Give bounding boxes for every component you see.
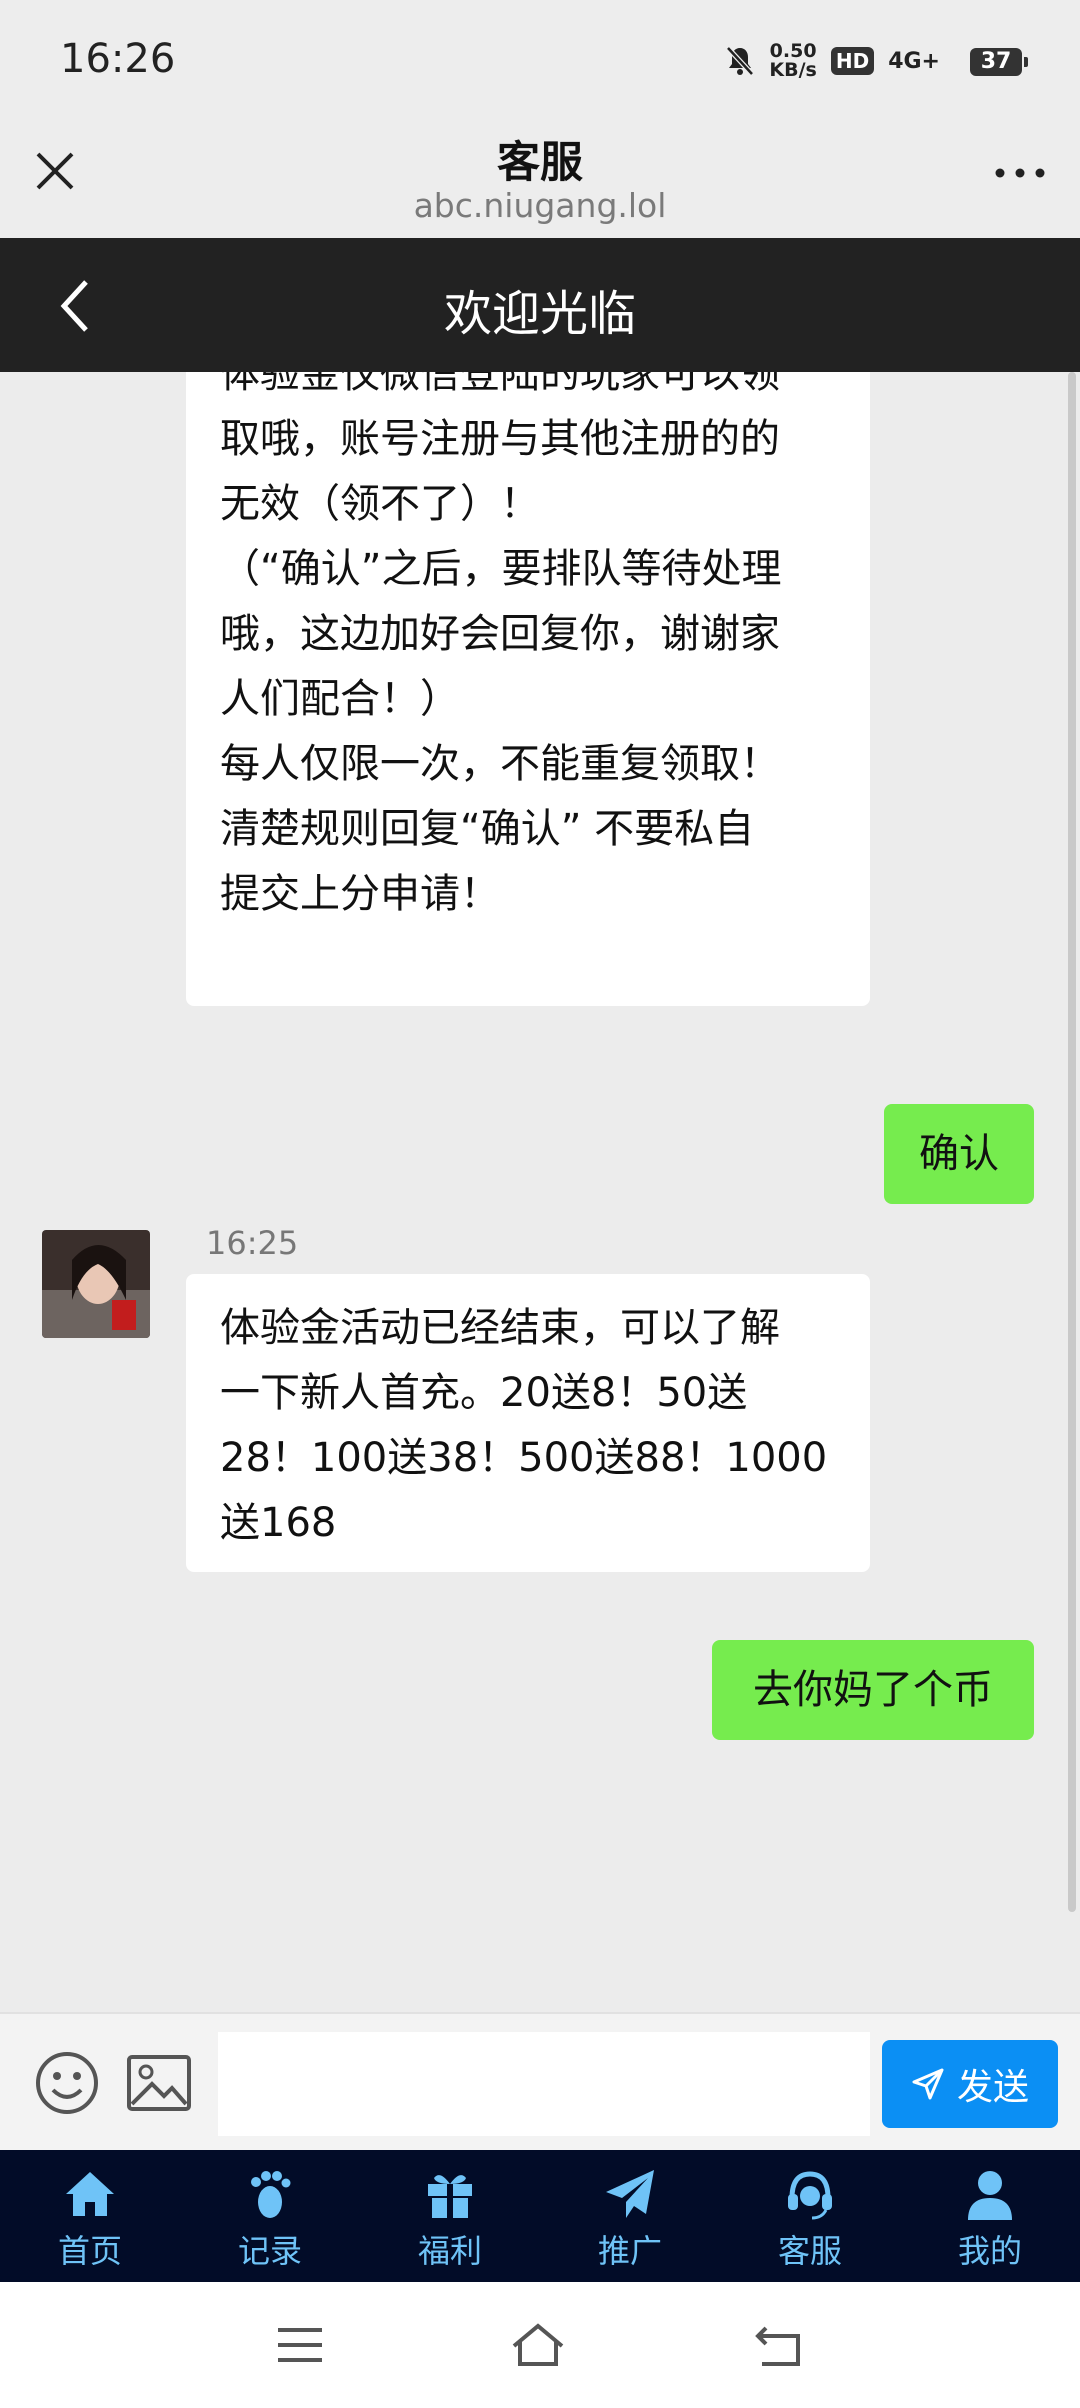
agent-avatar: [42, 1230, 150, 1338]
status-bar: 16:26 0.50 KB/s HD 4G+ 37: [0, 0, 1080, 118]
nav-item-home[interactable]: 首页: [0, 2150, 180, 2282]
network-speed-unit: KB/s: [769, 59, 817, 81]
message-line: 每人仅限一次，不能重复领取！: [220, 741, 780, 787]
signal-4g-icon: 4G+: [888, 48, 940, 74]
gift-icon: [428, 2175, 472, 2218]
mute-bell-icon: [726, 46, 755, 76]
nav-label: 我的: [957, 2232, 1022, 2270]
message-line: 28！100送38！500送88！1000: [220, 1435, 828, 1481]
status-time: 16:26: [60, 36, 176, 82]
message-input[interactable]: [218, 2032, 870, 2136]
page-title: 欢迎光临: [443, 286, 636, 342]
message-line: 提交上分申请！: [220, 871, 500, 917]
message-line: 人们配合！）: [220, 676, 460, 722]
hd-badge: HD: [830, 47, 875, 75]
chat-scrollbar[interactable]: [1068, 372, 1076, 1912]
nav-item-mine[interactable]: 我的: [900, 2150, 1080, 2282]
message-line: （“确认”之后，要排队等待处理: [220, 546, 782, 592]
emoji-icon[interactable]: [34, 2050, 100, 2116]
back-button-icon[interactable]: [752, 2320, 808, 2370]
system-navigation-bar: [0, 2282, 1080, 2408]
battery-icon: 37: [970, 48, 1028, 76]
bottom-navigation: 首页 记录 福利 推广 客服 我的: [0, 2150, 1080, 2282]
browser-header: 客服 abc.niugang.lol: [0, 118, 1080, 238]
headset-icon: [788, 2171, 832, 2220]
nav-item-records[interactable]: 记录: [180, 2150, 360, 2282]
message-input-bar: 发送: [0, 2012, 1080, 2152]
home-icon: [66, 2172, 114, 2216]
network-speed: 0.50 KB/s: [769, 42, 816, 80]
send-button[interactable]: 发送: [882, 2040, 1058, 2128]
nav-label: 记录: [237, 2232, 302, 2270]
image-icon[interactable]: [126, 2054, 192, 2112]
more-options-icon[interactable]: [990, 158, 1050, 188]
send-label: 发送: [956, 2067, 1029, 2108]
home-button-icon[interactable]: [510, 2320, 566, 2370]
nav-label: 福利: [417, 2232, 482, 2270]
nav-label: 客服: [777, 2232, 842, 2270]
agent-message-bubble: 体验金仅微信登陆的玩家可以领 取哦，账号注册与其他注册的的 无效（领不了）！ （…: [186, 372, 870, 1006]
browser-title: 客服: [497, 138, 583, 188]
footprint-icon: [251, 2171, 291, 2218]
app-header: 欢迎光临: [0, 238, 1080, 372]
message-line: 体验金仅微信登陆的玩家可以领: [220, 372, 780, 397]
status-icons: 0.50 KB/s HD 4G+: [725, 42, 940, 80]
user-message-bubble: 确认: [884, 1104, 1034, 1204]
message-timestamp: 16:25: [206, 1224, 299, 1262]
chat-area[interactable]: 体验金仅微信登陆的玩家可以领 取哦，账号注册与其他注册的的 无效（领不了）！ （…: [0, 372, 1080, 2012]
paper-plane-icon: [606, 2170, 654, 2218]
nav-item-customer-service[interactable]: 客服: [720, 2150, 900, 2282]
message-line: 一下新人首充。20送8！50送: [220, 1370, 748, 1416]
message-line: 清楚规则回复“确认” 不要私自: [220, 806, 755, 852]
message-line: 无效（领不了）！: [220, 481, 540, 527]
nav-label: 推广: [597, 2232, 662, 2270]
user-icon: [968, 2171, 1012, 2220]
nav-item-benefits[interactable]: 福利: [360, 2150, 540, 2282]
nav-item-promotion[interactable]: 推广: [540, 2150, 720, 2282]
message-line: 送168: [220, 1500, 337, 1546]
agent-message-bubble: 体验金活动已经结束，可以了解 一下新人首充。20送8！50送 28！100送38…: [186, 1274, 870, 1572]
user-message-bubble: 去你妈了个币: [712, 1640, 1034, 1740]
message-line: 哦，这边加好会回复你，谢谢家: [220, 611, 780, 657]
message-line: 取哦，账号注册与其他注册的的: [220, 416, 780, 462]
send-icon: [912, 2068, 944, 2100]
message-line: 体验金活动已经结束，可以了解: [220, 1305, 780, 1351]
menu-icon[interactable]: [272, 2320, 328, 2370]
browser-url: abc.niugang.lol: [413, 186, 667, 225]
nav-label: 首页: [57, 2232, 122, 2270]
